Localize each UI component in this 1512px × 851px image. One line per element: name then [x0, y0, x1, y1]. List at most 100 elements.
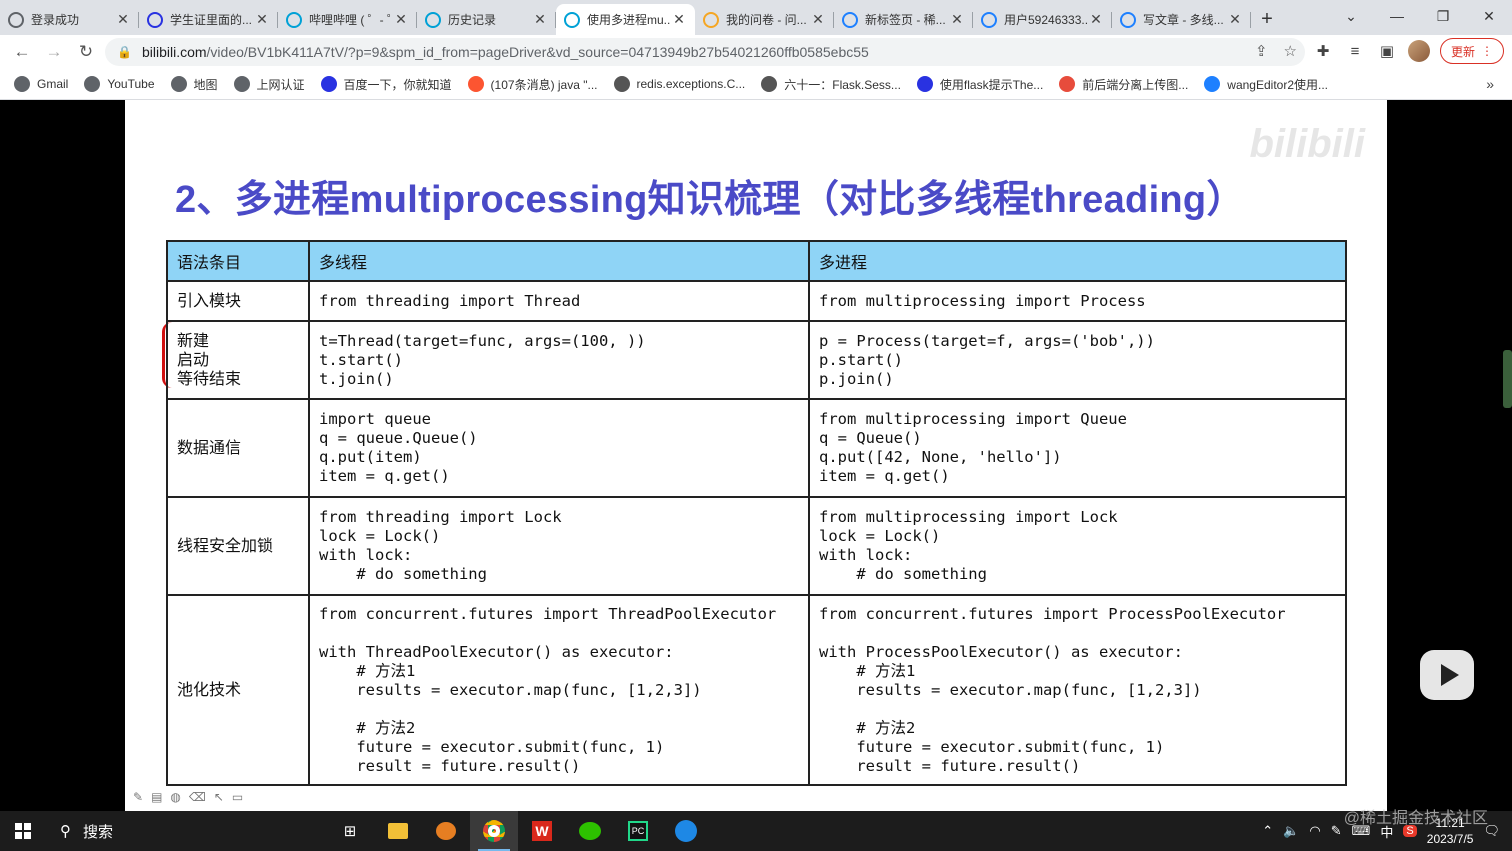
play-button[interactable]	[1420, 650, 1474, 700]
bookmark-item[interactable]: 上网认证	[233, 76, 305, 93]
tab-title: 我的问卷 - 问...	[726, 13, 807, 27]
threading-code: from threading import Lock lock = Lock()…	[308, 496, 810, 596]
bookmark-favicon-icon	[1204, 76, 1221, 92]
browser-tab[interactable]: 学生证里面的... ✕	[139, 4, 278, 35]
pointer-icon[interactable]: ↖	[214, 790, 224, 804]
video-player[interactable]: bilibili 2、多进程multiprocessing知识梳理（对比多线程t…	[0, 100, 1512, 811]
wps-icon[interactable]: W	[518, 811, 566, 851]
tab-close-icon[interactable]: ✕	[532, 11, 548, 28]
multiprocessing-code: from concurrent.futures import ProcessPo…	[808, 594, 1347, 786]
profile-avatar[interactable]	[1407, 40, 1430, 62]
url-text[interactable]: bilibili.com/video/BV1bK411A7tV/?p=9&spm…	[142, 44, 869, 60]
bookmark-label: 六十一：Flask.Sess...	[784, 77, 901, 92]
browser-tab[interactable]: 使用多进程mu... ✕	[556, 4, 695, 35]
extensions-icon[interactable]: ✚	[1312, 40, 1334, 62]
search-label: 搜索	[83, 823, 114, 841]
browser-tab[interactable]: 新标签页 - 稀... ✕	[834, 4, 973, 35]
juejin-icon	[1120, 11, 1136, 28]
tab-close-icon[interactable]: ✕	[1227, 11, 1243, 28]
multiprocessing-code: from multiprocessing import Process	[808, 280, 1347, 322]
juejin-icon	[981, 11, 997, 28]
network-icon[interactable]: ◠	[1309, 823, 1320, 839]
task-view-icon[interactable]: ⊞	[326, 811, 374, 851]
bookmark-item[interactable]: (107条消息) java "...	[467, 76, 598, 93]
forward-button[interactable]: →	[38, 37, 70, 67]
minimize-button[interactable]: —	[1374, 0, 1420, 32]
reload-button[interactable]: ↻	[70, 37, 102, 67]
pen-workspace-icon[interactable]: ✎	[1331, 823, 1342, 839]
bookmark-label: 百度一下，你就知道	[343, 77, 452, 92]
eraser-icon[interactable]: ⌫	[189, 790, 206, 804]
bookmark-star-icon[interactable]: ☆	[1284, 42, 1297, 60]
bookmark-label: Gmail	[37, 77, 69, 91]
paw-icon	[147, 11, 163, 28]
browser-tab[interactable]: 用户59246333... ✕	[973, 4, 1112, 35]
browser-toolbar: ← → ↻ 🔒 bilibili.com/video/BV1bK411A7tV/…	[0, 35, 1512, 69]
threading-code: from threading import Thread	[308, 280, 810, 322]
tab-search-icon[interactable]: ⌄	[1328, 0, 1374, 32]
start-button[interactable]	[0, 811, 46, 851]
tab-close-icon[interactable]: ✕	[949, 11, 965, 28]
bookmark-item[interactable]: 六十一：Flask.Sess...	[761, 76, 901, 93]
volume-icon[interactable]: 🔈	[1283, 823, 1299, 839]
wechat-icon[interactable]	[566, 811, 614, 851]
bookmark-label: (107条消息) java "...	[490, 77, 598, 92]
multiprocessing-code: from multiprocessing import Lock lock = …	[808, 496, 1347, 596]
browser-tab[interactable]: 我的问卷 - 问... ✕	[695, 4, 834, 35]
restore-button[interactable]: ❐	[1420, 0, 1466, 32]
bookmark-favicon-icon	[14, 76, 30, 92]
bookmark-favicon-icon	[1059, 76, 1076, 92]
pen-icon[interactable]: ✎	[133, 790, 143, 804]
screen-icon[interactable]: ▤	[151, 790, 162, 804]
bookmark-item[interactable]: 地图	[170, 76, 218, 93]
update-button[interactable]: 更新 ⋮	[1439, 38, 1504, 64]
bookmarks-more-icon[interactable]: »	[1486, 76, 1494, 92]
row-label: 引入模块	[166, 280, 310, 322]
side-scrollbar[interactable]	[1503, 350, 1512, 408]
browser-tab[interactable]: 登录成功 ✕	[0, 4, 139, 35]
tab-close-icon[interactable]: ✕	[115, 11, 131, 28]
table-row: 线程安全加锁 from threading import Lock lock = …	[166, 496, 1347, 596]
reading-list-icon[interactable]: ≡	[1344, 40, 1366, 62]
taskbar-search[interactable]: ⚲ 搜索	[46, 811, 326, 851]
tab-title: 登录成功	[31, 13, 80, 27]
bilibili-icon	[564, 11, 580, 28]
browser-tab[interactable]: 写文章 - 多线... ✕	[1112, 4, 1251, 35]
threading-code: import queue q = queue.Queue() q.put(ite…	[308, 398, 810, 498]
bookmark-item[interactable]: 使用flask提示The...	[916, 76, 1043, 93]
close-window-button[interactable]: ✕	[1466, 0, 1512, 32]
chat-icon[interactable]: ▭	[232, 790, 243, 804]
bookmark-item[interactable]: YouTube	[84, 76, 155, 92]
tab-close-icon[interactable]: ✕	[671, 11, 687, 28]
tab-close-icon[interactable]: ✕	[1088, 11, 1104, 28]
row-label: 新建 启动 等待结束	[166, 320, 310, 400]
tab-title: 学生证里面的...	[170, 13, 253, 27]
address-bar[interactable]: 🔒 bilibili.com/video/BV1bK411A7tV/?p=9&s…	[105, 38, 1305, 66]
pycharm-icon[interactable]: PC	[614, 811, 662, 851]
palette-icon[interactable]: ◍	[170, 790, 180, 804]
browser-app-icon[interactable]	[662, 811, 710, 851]
browser-tab[interactable]: 历史记录 ✕	[417, 4, 556, 35]
bookmark-item[interactable]: wangEditor2使用...	[1204, 76, 1328, 93]
paint-icon[interactable]	[422, 811, 470, 851]
bookmark-item[interactable]: 前后端分离上传图...	[1059, 76, 1188, 93]
new-tab-button[interactable]: +	[1251, 4, 1283, 35]
file-explorer-icon[interactable]	[374, 811, 422, 851]
lock-icon[interactable]: 🔒	[117, 45, 132, 59]
browser-tab[interactable]: 哔哩哔哩 ( ゜- ゜)✕	[278, 4, 417, 35]
share-icon[interactable]: ⇪	[1255, 42, 1268, 60]
chevron-up-icon[interactable]: ⌃	[1262, 823, 1273, 839]
table-row: 新建 启动 等待结束 t=Thread(target=func, args=(10…	[166, 320, 1347, 400]
side-panel-icon[interactable]: ▣	[1376, 40, 1398, 62]
bookmark-item[interactable]: 百度一下，你就知道	[320, 76, 452, 93]
bookmark-favicon-icon	[170, 76, 187, 92]
back-button[interactable]: ←	[6, 37, 38, 67]
bookmark-item[interactable]: Gmail	[14, 76, 68, 92]
tab-close-icon[interactable]: ✕	[254, 11, 270, 28]
tab-close-icon[interactable]: ✕	[810, 11, 826, 28]
play-icon	[1440, 664, 1459, 686]
bookmark-item[interactable]: redis.exceptions.C...	[613, 76, 745, 92]
threading-code: from concurrent.futures import ThreadPoo…	[308, 594, 810, 786]
tab-close-icon[interactable]: ✕	[393, 11, 409, 28]
chrome-icon[interactable]	[470, 811, 518, 851]
